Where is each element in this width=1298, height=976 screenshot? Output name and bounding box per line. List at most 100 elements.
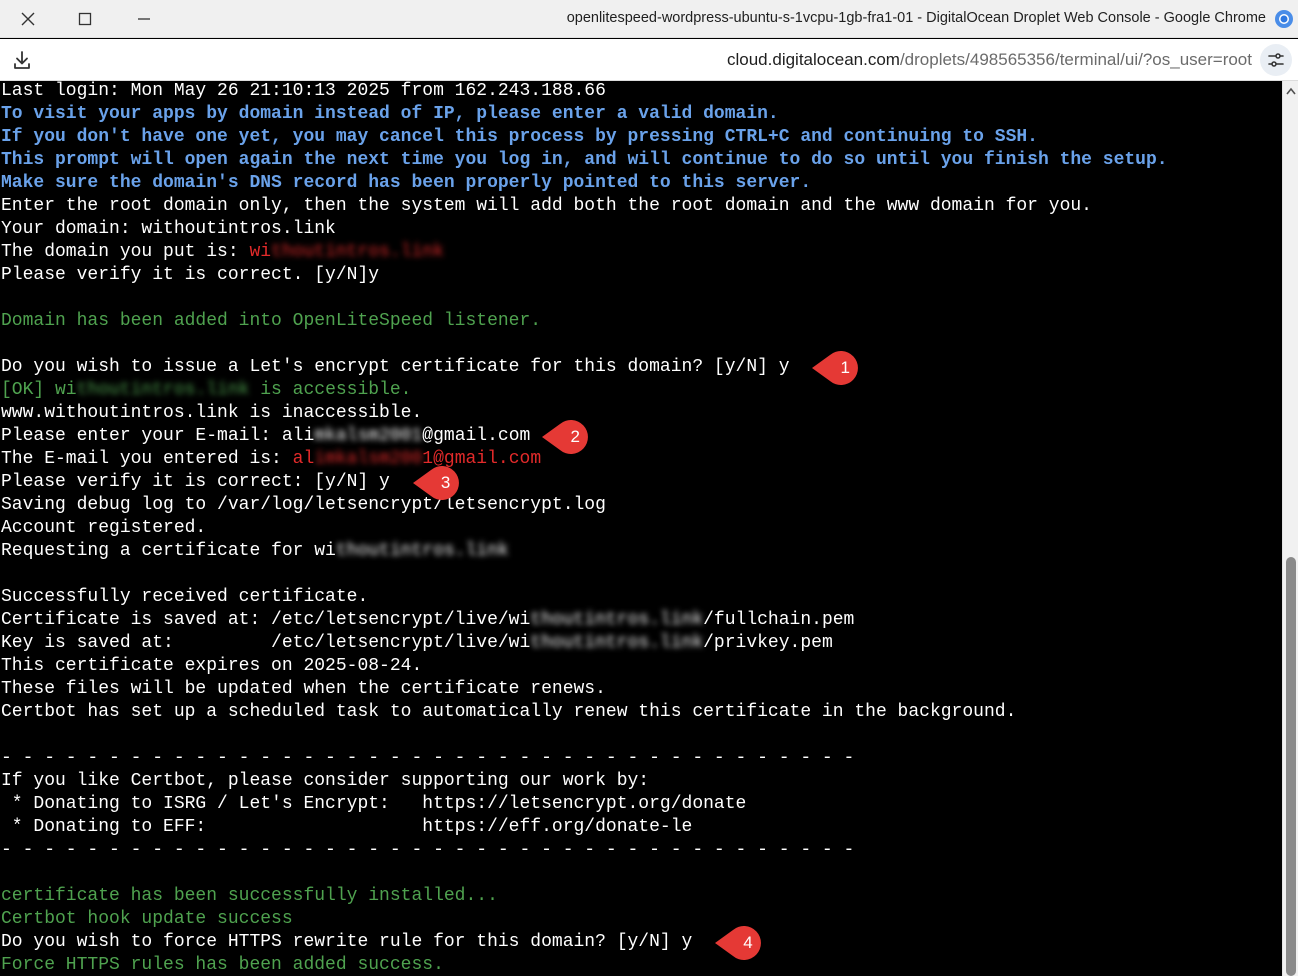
terminal-text: Certificate is saved at: /etc/letsencryp… bbox=[1, 610, 531, 630]
terminal-line: * Donating to EFF: https://eff.org/donat… bbox=[1, 816, 693, 839]
window-title-bar: openlitespeed-wordpress-ubuntu-s-1vcpu-1… bbox=[0, 0, 1298, 38]
annotation-marker-2: 2 bbox=[542, 419, 592, 454]
marker-number: 4 bbox=[743, 932, 753, 952]
terminal-text: * Donating to ISRG / Let's Encrypt: http… bbox=[1, 794, 747, 814]
scroll-up-arrow-icon[interactable] bbox=[1286, 87, 1296, 95]
chrome-icon bbox=[1274, 9, 1294, 29]
terminal-text: Certbot has set up a scheduled task to a… bbox=[1, 702, 1017, 722]
site-settings-button[interactable] bbox=[1260, 44, 1292, 76]
terminal-line: Please enter your E-mail: alimkalsm2001@… bbox=[1, 425, 530, 448]
terminal-text: Please enter your E-mail: ali bbox=[1, 426, 315, 446]
terminal-line: Domain has been added into OpenLiteSpeed… bbox=[1, 310, 541, 333]
terminal-line: Force HTTPS rules has been added success… bbox=[1, 954, 444, 976]
annotation-marker-4: 4 bbox=[715, 925, 765, 960]
maximize-icon bbox=[78, 12, 92, 26]
terminal-line: Successfully received certificate. bbox=[1, 586, 368, 609]
marker-number: 1 bbox=[840, 357, 850, 377]
terminal-line: - - - - - - - - - - - - - - - - - - - - … bbox=[1, 747, 854, 770]
url-text[interactable]: cloud.digitalocean.com/droplets/49856535… bbox=[727, 50, 1252, 70]
terminal-console[interactable]: Last login: Mon May 26 21:10:13 2025 fro… bbox=[0, 81, 1282, 976]
terminal-line: If you like Certbot, please consider sup… bbox=[1, 770, 649, 793]
terminal-text: - - - - - - - - - - - - - - - - - - - - … bbox=[1, 840, 855, 860]
terminal-text: If you like Certbot, please consider sup… bbox=[1, 771, 650, 791]
terminal-text: Successfully received certificate. bbox=[1, 587, 369, 607]
terminal-text: www.withoutintros.link is inaccessible. bbox=[1, 403, 423, 423]
annotation-marker-3: 3 bbox=[412, 465, 463, 500]
terminal-line: Please verify it is correct: [y/N] y bbox=[1, 471, 390, 494]
address-bar: cloud.digitalocean.com/droplets/49856535… bbox=[0, 39, 1298, 81]
terminal-text: al bbox=[292, 449, 315, 469]
terminal-line: The domain you put is: withoutintros.lin… bbox=[1, 241, 444, 264]
download-button[interactable] bbox=[6, 44, 38, 76]
terminal-text: This certificate expires on 2025-08-24. bbox=[1, 656, 423, 676]
terminal-line: Certbot has set up a scheduled task to a… bbox=[1, 701, 1016, 724]
terminal-line: certificate has been successfully instal… bbox=[1, 885, 498, 908]
redacted-text: thoutintros.link bbox=[530, 633, 704, 653]
terminal-line: Saving debug log to /var/log/letsencrypt… bbox=[1, 494, 606, 517]
tune-icon bbox=[1268, 53, 1284, 67]
window-title: openlitespeed-wordpress-ubuntu-s-1vcpu-1… bbox=[566, 10, 1266, 26]
terminal-line: Enter the root domain only, then the sys… bbox=[1, 195, 1092, 218]
terminal-line: This certificate expires on 2025-08-24. bbox=[1, 655, 422, 678]
terminal-line: Make sure the domain's DNS record has be… bbox=[1, 172, 811, 195]
terminal-text: [OK] wi bbox=[1, 380, 77, 400]
terminal-text: Make sure the domain's DNS record has be… bbox=[1, 173, 812, 193]
redacted-text: thoutintros.link bbox=[335, 541, 509, 561]
download-icon bbox=[14, 51, 30, 69]
terminal-text: is accessible. bbox=[249, 380, 412, 400]
terminal-line: Do you wish to issue a Let's encrypt cer… bbox=[1, 356, 790, 379]
terminal-text: This prompt will open again the next tim… bbox=[1, 150, 1168, 170]
terminal-line: Do you wish to force HTTPS rewrite rule … bbox=[1, 931, 692, 954]
terminal-text: Please verify it is correct. [y/N]y bbox=[1, 265, 380, 285]
terminal-text: Last login: Mon May 26 21:10:13 2025 fro… bbox=[1, 81, 606, 101]
scrollbar-thumb[interactable] bbox=[1286, 557, 1296, 976]
terminal-text: To visit your apps by domain instead of … bbox=[1, 104, 779, 124]
terminal-text: If you don't have one yet, you may cance… bbox=[1, 127, 1038, 147]
terminal-text: Force HTTPS rules has been added success… bbox=[1, 955, 444, 975]
terminal-scrollbar[interactable] bbox=[1282, 81, 1298, 976]
terminal-text: certificate has been successfully instal… bbox=[1, 886, 498, 906]
redacted-text: imkalsm200 bbox=[314, 449, 423, 469]
terminal-line: To visit your apps by domain instead of … bbox=[1, 103, 779, 126]
terminal-text: Do you wish to issue a Let's encrypt cer… bbox=[1, 357, 790, 377]
terminal-text: These files will be updated when the cer… bbox=[1, 679, 606, 699]
maximize-window-button[interactable] bbox=[57, 0, 113, 38]
url-host: cloud.digitalocean.com bbox=[727, 50, 900, 69]
terminal-line: If you don't have one yet, you may cance… bbox=[1, 126, 1038, 149]
terminal-text: Account registered. bbox=[1, 518, 207, 538]
marker-number: 2 bbox=[570, 426, 580, 446]
url-path: /droplets/498565356/terminal/ui/?os_user… bbox=[899, 50, 1252, 69]
terminal-text: Saving debug log to /var/log/letsencrypt… bbox=[1, 495, 606, 515]
terminal-line: www.withoutintros.link is inaccessible. bbox=[1, 402, 422, 425]
terminal-line: Requesting a certificate for withoutintr… bbox=[1, 540, 509, 563]
terminal-text: Requesting a certificate for wi bbox=[1, 541, 336, 561]
terminal-line: Certificate is saved at: /etc/letsencryp… bbox=[1, 609, 854, 632]
terminal-text: /fullchain.pem bbox=[703, 610, 855, 630]
terminal-text: Domain has been added into OpenLiteSpeed… bbox=[1, 311, 542, 331]
terminal-text: The E-mail you entered is: bbox=[1, 449, 293, 469]
terminal-text: wi bbox=[249, 242, 272, 262]
terminal-line: Account registered. bbox=[1, 517, 206, 540]
redacted-text: thoutintros.link bbox=[530, 610, 704, 630]
terminal-line: These files will be updated when the cer… bbox=[1, 678, 606, 701]
terminal-line: * Donating to ISRG / Let's Encrypt: http… bbox=[1, 793, 747, 816]
terminal-text: * Donating to EFF: https://eff.org/donat… bbox=[1, 817, 693, 837]
minimize-window-button[interactable] bbox=[116, 0, 172, 38]
terminal-text: Please verify it is correct: [y/N] y bbox=[1, 472, 390, 492]
terminal-text: Your domain: withoutintros.link bbox=[1, 219, 336, 239]
annotation-marker-1: 1 bbox=[812, 350, 862, 385]
terminal-text: /privkey.pem bbox=[703, 633, 833, 653]
terminal-text: Key is saved at: /etc/letsencrypt/live/w… bbox=[1, 633, 531, 653]
terminal-text: The domain you put is: bbox=[1, 242, 250, 262]
marker-number: 3 bbox=[440, 472, 451, 492]
terminal-line: - - - - - - - - - - - - - - - - - - - - … bbox=[1, 839, 854, 862]
terminal-line: Please verify it is correct. [y/N]y bbox=[1, 264, 379, 287]
terminal-line: Key is saved at: /etc/letsencrypt/live/w… bbox=[1, 632, 833, 655]
redacted-text: mkalsm2001 bbox=[314, 426, 423, 446]
terminal-line: Last login: Mon May 26 21:10:13 2025 fro… bbox=[1, 81, 606, 103]
redacted-text: thoutintros.link bbox=[271, 242, 444, 262]
close-window-button[interactable] bbox=[0, 0, 56, 38]
terminal-line: This prompt will open again the next tim… bbox=[1, 149, 1168, 172]
close-icon bbox=[21, 12, 35, 26]
terminal-text: Do you wish to force HTTPS rewrite rule … bbox=[1, 932, 693, 952]
